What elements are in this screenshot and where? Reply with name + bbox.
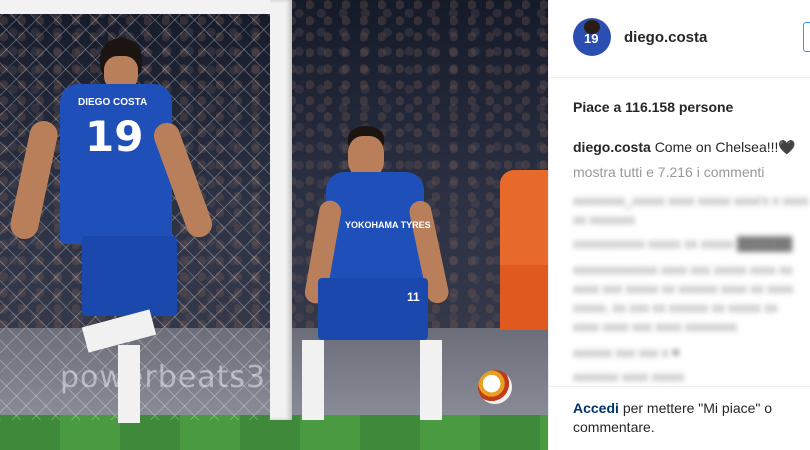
blurred-comment: xxxxx, xx xxx xx xxxxxx xx xxxxx xx [573,300,778,315]
goalkeeper-shorts [500,265,548,330]
show-all-comments-link[interactable]: mostra tutti e 7.216 i commenti [573,164,764,180]
likes-count[interactable]: Piace a 116.158 persone [573,99,733,115]
login-bar: Accedi per mettere "Mi piace" o commenta… [549,386,810,450]
shirt-sponsor: YOKOHAMA TYRES [345,220,431,230]
post-header: 19 diego.costa [549,0,810,78]
post-side-panel: 19 diego.costa Piace a 116.158 persone d… [548,0,810,450]
blurred-comment: xxxx xxx xxxxx xx xxxxxx xxxx xx xxxx [573,281,794,296]
jersey-number: 19 [85,112,144,161]
blurred-comment: xxxxxxxx_xxxxx xxxx xxxxx xxxx'x x xxxx [573,193,809,208]
goal-post [270,0,292,420]
blurred-comment: xxxxxxxxxxx xxxxx xx xxxxx ██████ [573,236,793,251]
login-prompt: Accedi per mettere "Mi piace" o commenta… [573,399,803,437]
jersey-name: DIEGO COSTA [78,97,148,108]
login-link[interactable]: Accedi [573,400,619,416]
avatar-number: 19 [584,31,599,46]
post-caption: diego.costa Come on Chelsea!!!🖤 [573,139,796,156]
pitch-grass [0,415,548,450]
follow-button[interactable] [803,22,810,52]
goal-crossbar [0,0,292,14]
caption-username[interactable]: diego.costa [573,139,651,155]
shorts-number: 11 [407,290,420,304]
avatar[interactable]: 19 [573,18,611,56]
blurred-comment: xxxxxxx xxxx xxxxx [573,369,685,384]
blurred-comment: xx xxxxxxx [573,212,636,227]
username-link[interactable]: diego.costa [624,29,707,46]
post-photo[interactable]: powerbeats3 DIEGO COSTA 19 YOKOHAMA TYRE… [0,0,548,450]
football [478,370,512,404]
blurred-comment: xxxx xxxx xxx xxxx xxxxxxxx [573,319,737,334]
blurred-comment: xxxxxx xxx xxx x ♥ [573,345,680,360]
caption-text: Come on Chelsea!!!🖤 [654,139,796,155]
blurred-comment: xxxxxxxxxxxxx xxxx xxx xxxxx xxxx xx [573,262,793,277]
